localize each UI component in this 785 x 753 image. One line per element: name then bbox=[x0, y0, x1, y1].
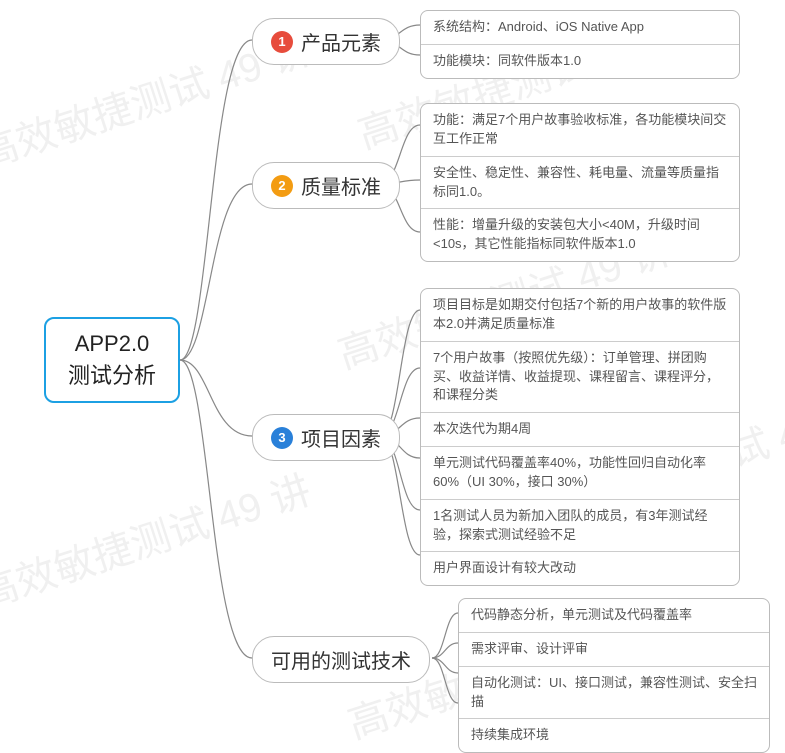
root-line1: APP2.0 bbox=[75, 328, 150, 360]
leaf-group-product: 系统结构：Android、iOS Native App 功能模块：同软件版本1.… bbox=[420, 10, 740, 79]
leaf-group-techniques: 代码静态分析，单元测试及代码覆盖率 需求评审、设计评审 自动化测试：UI、接口测… bbox=[458, 598, 770, 753]
leaf-item[interactable]: 安全性、稳定性、兼容性、耗电量、流量等质量指标同1.0。 bbox=[421, 157, 739, 210]
leaf-item[interactable]: 项目目标是如期交付包括7个新的用户故事的软件版本2.0并满足质量标准 bbox=[421, 289, 739, 342]
priority-badge-3: 3 bbox=[271, 427, 293, 449]
branch-label: 可用的测试技术 bbox=[271, 645, 411, 674]
leaf-item[interactable]: 本次迭代为期4周 bbox=[421, 413, 739, 447]
leaf-item[interactable]: 代码静态分析，单元测试及代码覆盖率 bbox=[459, 599, 769, 633]
leaf-item[interactable]: 功能模块：同软件版本1.0 bbox=[421, 45, 739, 78]
leaf-item[interactable]: 用户界面设计有较大改动 bbox=[421, 552, 739, 585]
leaf-item[interactable]: 单元测试代码覆盖率40%，功能性回归自动化率 60%（UI 30%，接口 30%… bbox=[421, 447, 739, 500]
branch-quality-standards[interactable]: 2 质量标准 bbox=[252, 162, 400, 209]
leaf-item[interactable]: 持续集成环境 bbox=[459, 719, 769, 752]
leaf-item[interactable]: 系统结构：Android、iOS Native App bbox=[421, 11, 739, 45]
branch-project-factors[interactable]: 3 项目因素 bbox=[252, 414, 400, 461]
leaf-item[interactable]: 性能：增量升级的安装包大小<40M，升级时间<10s，其它性能指标同软件版本1.… bbox=[421, 209, 739, 261]
leaf-group-quality: 功能：满足7个用户故事验收标准，各功能模块间交互工作正常 安全性、稳定性、兼容性… bbox=[420, 103, 740, 262]
root-line2: 测试分析 bbox=[68, 360, 156, 392]
priority-badge-1: 1 bbox=[271, 31, 293, 53]
leaf-item[interactable]: 1名测试人员为新加入团队的成员，有3年测试经验，探索式测试经验不足 bbox=[421, 500, 739, 553]
leaf-item[interactable]: 功能：满足7个用户故事验收标准，各功能模块间交互工作正常 bbox=[421, 104, 739, 157]
root-node[interactable]: APP2.0 测试分析 bbox=[44, 317, 180, 403]
leaf-item[interactable]: 需求评审、设计评审 bbox=[459, 633, 769, 667]
priority-badge-2: 2 bbox=[271, 175, 293, 197]
branch-label: 质量标准 bbox=[301, 171, 381, 200]
watermark: 高效敏捷测试 49 讲 bbox=[0, 458, 317, 620]
branch-test-techniques[interactable]: 可用的测试技术 bbox=[252, 636, 430, 683]
leaf-item[interactable]: 自动化测试：UI、接口测试，兼容性测试、安全扫描 bbox=[459, 667, 769, 720]
branch-label: 项目因素 bbox=[301, 423, 381, 452]
leaf-item[interactable]: 7个用户故事（按照优先级）：订单管理、拼团购买、收益详情、收益提现、课程留言、课… bbox=[421, 342, 739, 414]
branch-product-elements[interactable]: 1 产品元素 bbox=[252, 18, 400, 65]
branch-label: 产品元素 bbox=[301, 27, 381, 56]
leaf-group-project: 项目目标是如期交付包括7个新的用户故事的软件版本2.0并满足质量标准 7个用户故… bbox=[420, 288, 740, 586]
